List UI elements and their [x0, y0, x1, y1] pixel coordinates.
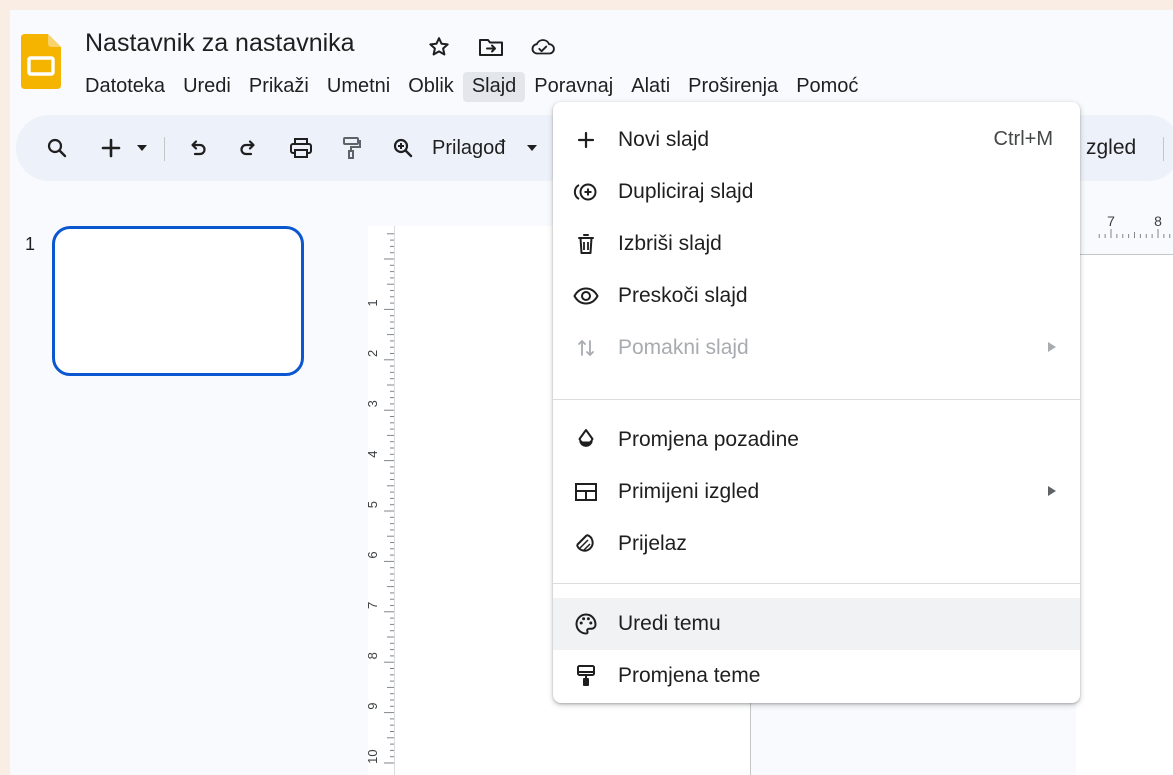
ruler-label: 8 [368, 652, 380, 659]
menu-item-label: Preskoči slajd [618, 284, 748, 307]
layout-icon [573, 479, 599, 505]
menu-datoteka[interactable]: Datoteka [76, 72, 174, 102]
horizontal-ruler-ticks: 78 [1098, 213, 1171, 238]
submenu-arrow-icon [1048, 342, 1056, 352]
menu-item-label: Novi slajd [618, 128, 710, 151]
menu-item-label: Promjena teme [618, 664, 761, 687]
menu-item-primijeni-izgled[interactable]: Primijeni izgled [553, 466, 1080, 518]
new-slide-plus-icon[interactable] [96, 115, 126, 181]
ruler-label: 7 [1107, 213, 1115, 229]
menu-item-label: Promjena pozadine [618, 428, 799, 451]
menu-poravnaj[interactable]: Poravnaj [525, 72, 622, 102]
menu-item-izbrisi-slajd[interactable]: Izbriši slajd [553, 218, 1080, 270]
menu-item-pomakni-slajd[interactable]: Pomakni slajd [553, 322, 1080, 374]
ruler-label: 7 [368, 602, 380, 609]
menu-item-preskoci-slajd[interactable]: Preskoči slajd [553, 270, 1080, 322]
palette-icon [573, 611, 599, 637]
zoom-dropdown-icon [527, 145, 537, 151]
menu-item-promjena-pozadine[interactable]: Promjena pozadine [553, 414, 1080, 466]
move-to-folder-icon[interactable] [478, 34, 504, 60]
redo-icon[interactable] [234, 115, 264, 181]
ruler-label: 3 [368, 400, 380, 407]
layout-label: zgled [1086, 136, 1137, 159]
submenu-arrow-icon [1048, 486, 1056, 496]
zoom-icon[interactable] [388, 115, 418, 181]
ruler-label: 6 [368, 551, 380, 558]
menu-item-label: Primijeni izgled [618, 480, 760, 503]
print-icon[interactable] [286, 115, 316, 181]
ruler-label: 4 [368, 451, 380, 458]
slide-thumbnail[interactable] [52, 226, 304, 376]
menu-item-uredi-temu[interactable]: Uredi temu [553, 598, 1080, 650]
eye-icon [573, 283, 599, 309]
ruler-label: 10 [368, 749, 380, 763]
trash-icon [573, 231, 599, 257]
menu-oblik[interactable]: Oblik [399, 72, 463, 102]
zoom-label: Prilagođ [432, 136, 506, 159]
menu-item-dupliciraj-slajd[interactable]: Dupliciraj slajd [553, 166, 1080, 218]
ruler-label: 9 [368, 703, 380, 710]
undo-icon[interactable] [182, 115, 212, 181]
menu-alati[interactable]: Alati [622, 72, 679, 102]
menu-divider [553, 583, 1080, 584]
fill-drop-icon [573, 427, 599, 453]
vertical-ruler-ticks: 1 2 3 4 5 6 7 8 9 10 [368, 233, 394, 764]
slide-number: 1 [25, 234, 36, 254]
ruler-label: 8 [1154, 213, 1162, 229]
toolbar-divider [1163, 137, 1164, 161]
menu-prikazi[interactable]: Prikaži [240, 72, 318, 102]
menu-bar: Datoteka Uredi Prikaži Umetni Oblik Slaj… [76, 72, 867, 102]
menu-item-novi-slajd[interactable]: Novi slajd Ctrl+M [553, 114, 1080, 166]
menu-umetni[interactable]: Umetni [318, 72, 399, 102]
menu-item-label: Prijelaz [618, 532, 687, 555]
transition-icon [573, 531, 599, 557]
menu-item-promjena-teme[interactable]: Promjena teme [553, 650, 1080, 702]
menu-pomoc[interactable]: Pomoć [787, 72, 867, 102]
ruler-label: 1 [368, 299, 380, 306]
star-icon[interactable] [426, 34, 452, 60]
document-title[interactable]: Nastavnik za nastavnika [85, 29, 355, 58]
paint-roller-icon [573, 663, 599, 689]
cloud-saved-icon[interactable] [530, 34, 556, 60]
zoom-select[interactable]: Prilagođ [432, 115, 544, 181]
layout-button[interactable]: zgled [1086, 115, 1152, 181]
menu-item-label: Izbriši slajd [618, 232, 722, 255]
menu-item-label: Pomakni slajd [618, 336, 749, 359]
move-arrows-icon [573, 335, 599, 361]
menu-item-prijelaz[interactable]: Prijelaz [553, 518, 1080, 570]
menu-item-label: Dupliciraj slajd [618, 180, 754, 203]
menu-item-label: Uredi temu [618, 612, 721, 635]
slajd-dropdown-menu: Novi slajd Ctrl+M Dupliciraj slajd Izbri… [553, 102, 1080, 703]
slides-app-window: Nastavnik za nastavnika Datoteka Uredi P… [10, 10, 1173, 775]
search-menus-icon[interactable] [42, 115, 72, 181]
ruler-label: 5 [368, 501, 380, 508]
new-slide-dropdown-icon[interactable] [134, 115, 150, 181]
slides-logo-icon[interactable] [21, 34, 61, 89]
menu-prosirenja[interactable]: Proširenja [679, 72, 787, 102]
menu-divider [553, 399, 1080, 400]
menu-slajd[interactable]: Slajd [462, 72, 526, 102]
menu-uredi[interactable]: Uredi [174, 72, 240, 102]
toolbar-divider [164, 137, 165, 161]
ruler-label: 2 [368, 350, 380, 357]
keyboard-shortcut: Ctrl+M [993, 128, 1053, 150]
paint-format-icon[interactable] [336, 115, 366, 181]
slide-canvas-right[interactable] [1076, 255, 1173, 775]
plus-icon [573, 127, 599, 153]
duplicate-slide-icon [573, 179, 599, 205]
